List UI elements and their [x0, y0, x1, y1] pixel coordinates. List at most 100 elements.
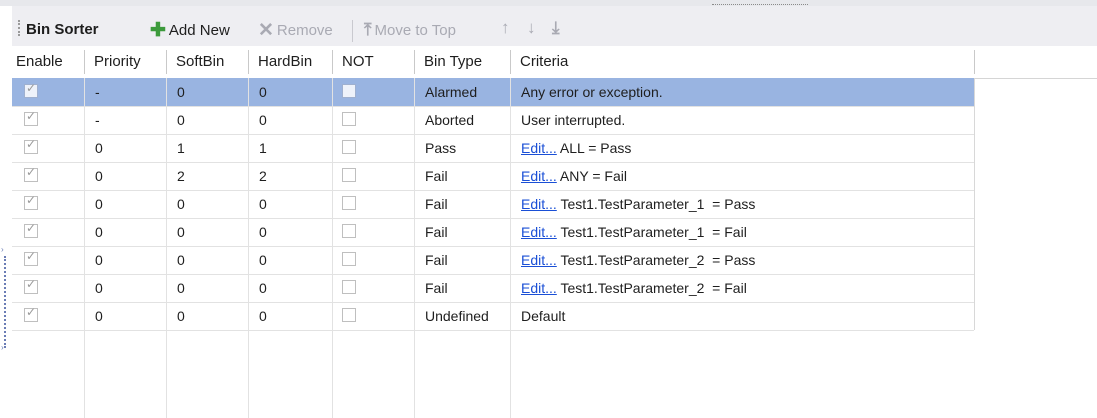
priority-cell[interactable]: - — [90, 78, 166, 106]
enable-checkbox[interactable] — [24, 277, 38, 294]
bin-type-cell[interactable]: Aborted — [420, 106, 510, 134]
priority-cell[interactable]: - — [90, 106, 166, 134]
softbin-cell[interactable]: 1 — [172, 134, 248, 162]
toolbar-grip[interactable] — [18, 20, 22, 36]
hardbin-cell[interactable]: 0 — [254, 78, 332, 106]
bin-type-cell[interactable]: Fail — [420, 218, 510, 246]
criteria-cell: Edit... Test1.TestParameter_2 = Pass — [516, 246, 972, 274]
not-checkbox[interactable] — [342, 280, 356, 294]
bin-sorter-toolbar: Bin Sorter ✚ Add New ✕ Remove ⤒ Move to … — [12, 6, 1097, 46]
add-new-button[interactable]: ✚ Add New — [150, 20, 230, 41]
move-down-icon[interactable]: ↓ — [527, 18, 536, 38]
edit-criteria-link[interactable]: Edit... — [521, 168, 557, 184]
splitter-handle[interactable] — [4, 256, 8, 348]
softbin-cell[interactable]: 2 — [172, 162, 248, 190]
table-row[interactable]: 011PassEdit... ALL = Pass — [12, 134, 974, 163]
col-bin-type[interactable]: Bin Type — [420, 46, 510, 78]
left-dock-strip: › › — [0, 6, 12, 418]
not-checkbox[interactable] — [342, 140, 356, 154]
bin-type-cell[interactable]: Undefined — [420, 302, 510, 330]
priority-cell[interactable]: 0 — [90, 190, 166, 218]
softbin-cell[interactable]: 0 — [172, 274, 248, 302]
move-to-bottom-icon[interactable]: ⤓ — [552, 18, 560, 38]
table-row[interactable]: 000UndefinedDefault — [12, 302, 974, 331]
enable-checkbox[interactable] — [24, 137, 38, 154]
column-divider[interactable] — [166, 50, 167, 74]
col-enable[interactable]: Enable — [12, 46, 84, 78]
softbin-cell[interactable]: 0 — [172, 302, 248, 330]
col-softbin[interactable]: SoftBin — [172, 46, 248, 78]
column-divider[interactable] — [84, 50, 85, 74]
hardbin-cell[interactable]: 0 — [254, 302, 332, 330]
priority-cell[interactable]: 0 — [90, 246, 166, 274]
bin-type-cell[interactable]: Fail — [420, 246, 510, 274]
enable-checkbox[interactable] — [24, 221, 38, 238]
column-divider[interactable] — [510, 50, 511, 74]
edit-criteria-link[interactable]: Edit... — [521, 224, 557, 240]
hardbin-cell[interactable]: 0 — [254, 190, 332, 218]
hardbin-cell[interactable]: 0 — [254, 246, 332, 274]
not-checkbox[interactable] — [342, 168, 356, 182]
not-checkbox[interactable] — [342, 308, 356, 322]
enable-checkbox[interactable] — [24, 249, 38, 266]
remove-label: Remove — [276, 21, 333, 39]
priority-cell[interactable]: 0 — [90, 134, 166, 162]
remove-x-icon: ✕ — [258, 19, 274, 41]
enable-checkbox[interactable] — [24, 109, 38, 126]
column-divider[interactable] — [332, 50, 333, 74]
table-row[interactable]: 000FailEdit... Test1.TestParameter_2 = P… — [12, 246, 974, 275]
col-hardbin[interactable]: HardBin — [254, 46, 332, 78]
col-not[interactable]: NOT — [338, 46, 414, 78]
hardbin-cell[interactable]: 0 — [254, 274, 332, 302]
table-row[interactable]: -00AbortedUser interrupted. — [12, 106, 974, 135]
bin-type-cell[interactable]: Fail — [420, 190, 510, 218]
criteria-cell: User interrupted. — [516, 106, 972, 134]
bin-type-cell[interactable]: Fail — [420, 274, 510, 302]
column-divider[interactable] — [974, 50, 975, 74]
table-row[interactable]: -00AlarmedAny error or exception. — [12, 78, 974, 107]
softbin-cell[interactable]: 0 — [172, 78, 248, 106]
softbin-cell[interactable]: 0 — [172, 106, 248, 134]
hardbin-cell[interactable]: 0 — [254, 218, 332, 246]
edit-criteria-link[interactable]: Edit... — [521, 252, 557, 268]
move-up-icon[interactable]: ↑ — [501, 18, 510, 38]
not-checkbox[interactable] — [342, 224, 356, 238]
table-row[interactable]: 000FailEdit... Test1.TestParameter_2 = F… — [12, 274, 974, 303]
hardbin-cell[interactable]: 1 — [254, 134, 332, 162]
edit-criteria-link[interactable]: Edit... — [521, 280, 557, 296]
not-checkbox[interactable] — [342, 252, 356, 266]
softbin-cell[interactable]: 0 — [172, 246, 248, 274]
toolbar-title: Bin Sorter — [26, 21, 99, 38]
priority-cell[interactable]: 0 — [90, 302, 166, 330]
table-row[interactable]: 000FailEdit... Test1.TestParameter_1 = F… — [12, 218, 974, 247]
priority-cell[interactable]: 0 — [90, 162, 166, 190]
table-row[interactable]: 022FailEdit... ANY = Fail — [12, 162, 974, 191]
enable-checkbox[interactable] — [24, 305, 38, 322]
priority-cell[interactable]: 0 — [90, 218, 166, 246]
criteria-cell: Edit... Test1.TestParameter_2 = Fail — [516, 274, 972, 302]
bin-type-cell[interactable]: Pass — [420, 134, 510, 162]
enable-checkbox[interactable] — [24, 193, 38, 210]
column-divider[interactable] — [414, 50, 415, 74]
edit-criteria-link[interactable]: Edit... — [521, 196, 557, 212]
bin-type-cell[interactable]: Alarmed — [420, 78, 510, 106]
table-row[interactable]: 000FailEdit... Test1.TestParameter_1 = P… — [12, 190, 974, 219]
priority-cell[interactable]: 0 — [90, 274, 166, 302]
not-checkbox[interactable] — [342, 112, 356, 126]
softbin-cell[interactable]: 0 — [172, 218, 248, 246]
col-criteria[interactable]: Criteria — [516, 46, 966, 78]
enable-checkbox[interactable] — [24, 81, 38, 98]
hardbin-cell[interactable]: 0 — [254, 106, 332, 134]
col-priority[interactable]: Priority — [90, 46, 166, 78]
remove-button[interactable]: ✕ Remove — [258, 19, 333, 41]
edit-criteria-link[interactable]: Edit... — [521, 140, 557, 156]
column-divider[interactable] — [248, 50, 249, 74]
criteria-text: ALL = Pass — [559, 140, 632, 156]
hardbin-cell[interactable]: 2 — [254, 162, 332, 190]
enable-checkbox[interactable] — [24, 165, 38, 182]
not-checkbox[interactable] — [342, 84, 356, 98]
softbin-cell[interactable]: 0 — [172, 190, 248, 218]
move-to-top-button[interactable]: ⤒ Move to Top — [364, 20, 456, 40]
not-checkbox[interactable] — [342, 196, 356, 210]
bin-type-cell[interactable]: Fail — [420, 162, 510, 190]
